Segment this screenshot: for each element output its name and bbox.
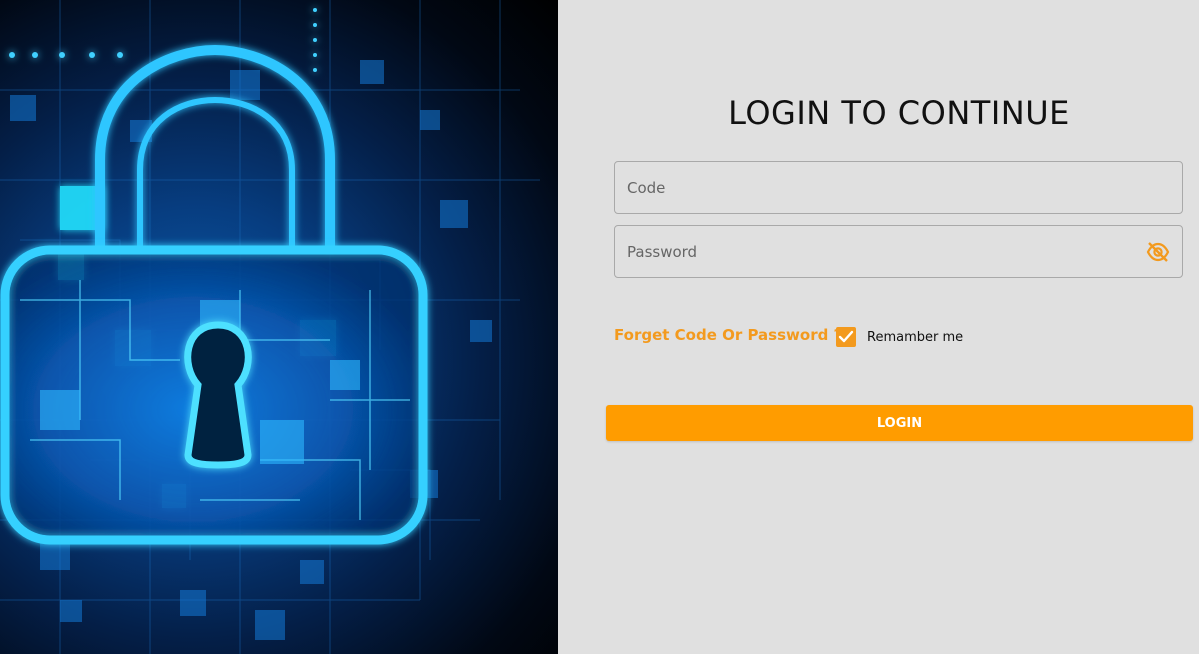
padlock-illustration — [0, 0, 540, 654]
code-field[interactable] — [614, 161, 1183, 214]
page-title: LOGIN TO CONTINUE — [728, 94, 1070, 132]
remember-me-checkbox[interactable] — [836, 327, 856, 347]
login-button[interactable]: LOGIN — [606, 405, 1193, 441]
eye-off-icon[interactable] — [1146, 241, 1170, 263]
password-input[interactable] — [615, 226, 1182, 277]
login-page: LOGIN TO CONTINUE Forget Code Or Passwor… — [0, 0, 1199, 654]
remember-me-group: Remamber me — [836, 327, 963, 347]
check-icon — [838, 330, 854, 343]
login-panel: LOGIN TO CONTINUE Forget Code Or Passwor… — [558, 0, 1199, 654]
hero-image — [0, 0, 558, 654]
forgot-credentials-link[interactable]: Forget Code Or Password ?? — [614, 326, 851, 344]
code-input[interactable] — [615, 162, 1182, 213]
remember-me-label: Remamber me — [867, 329, 964, 345]
password-field[interactable] — [614, 225, 1183, 278]
